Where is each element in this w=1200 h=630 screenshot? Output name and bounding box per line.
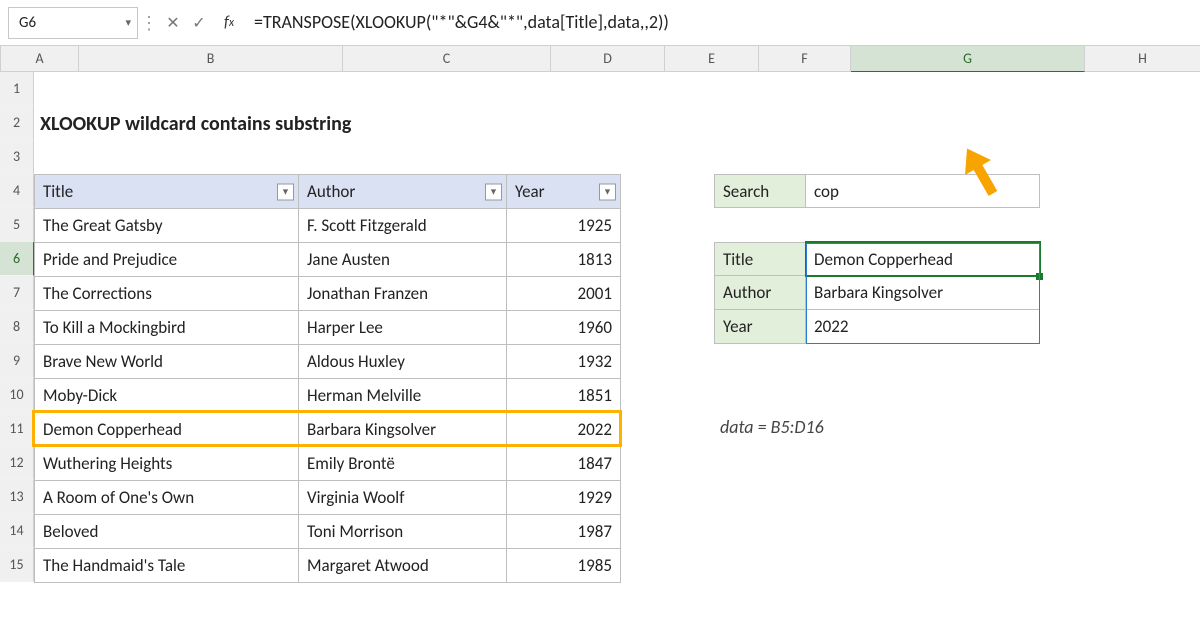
chevron-down-icon[interactable]: ▾ [125,16,131,29]
cell-title[interactable]: The Corrections [35,277,299,311]
cell-year[interactable]: 1847 [507,447,621,481]
cell-title[interactable]: Pride and Prejudice [35,243,299,277]
row-header-3[interactable]: 3 [0,140,34,174]
row-header-4[interactable]: 4 [0,174,34,208]
cell-author[interactable]: Herman Melville [299,379,507,413]
col-header-H[interactable]: H [1085,46,1200,72]
cell-title[interactable]: Beloved [35,515,299,549]
table-row[interactable]: BelovedToni Morrison1987 [35,515,621,549]
row-header-15[interactable]: 15 [0,548,34,582]
cell-year[interactable]: 1851 [507,379,621,413]
col-header-F[interactable]: F [759,46,851,72]
grid-body: 123456789101112131415 XLOOKUP wildcard c… [0,72,1200,582]
cell-year[interactable]: 1813 [507,243,621,277]
filter-icon[interactable]: ▼ [485,183,502,200]
cells-canvas[interactable]: XLOOKUP wildcard contains substring Titl… [34,72,1200,582]
cell-title[interactable]: The Handmaid's Tale [35,549,299,583]
row-header-11[interactable]: 11 [0,412,34,446]
result-block: Title Demon Copperhead Author Barbara Ki… [714,242,1040,344]
col-header-author[interactable]: Author ▼ [299,175,507,209]
table-row[interactable]: The Handmaid's TaleMargaret Atwood1985 [35,549,621,583]
cell-year[interactable]: 1985 [507,549,621,583]
cell-year[interactable]: 1960 [507,311,621,345]
formula-input[interactable]: =TRANSPOSE(XLOOKUP("*"&G4&"*",data[Title… [246,7,1192,39]
data-range-note: data = B5:D16 [720,416,824,438]
cell-title[interactable]: Moby-Dick [35,379,299,413]
cell-title[interactable]: Demon Copperhead [35,413,299,447]
col-header-A[interactable]: A [1,46,79,72]
row-header-7[interactable]: 7 [0,276,34,310]
table-row[interactable]: The Great GatsbyF. Scott Fitzgerald1925 [35,209,621,243]
row-header-5[interactable]: 5 [0,208,34,242]
row-header-2[interactable]: 2 [0,106,34,140]
cell-title[interactable]: A Room of One's Own [35,481,299,515]
col-header-year[interactable]: Year ▼ [507,175,621,209]
table-row[interactable]: To Kill a MockingbirdHarper Lee1960 [35,311,621,345]
accept-icon[interactable]: ✓ [186,9,212,37]
cell-year[interactable]: 1929 [507,481,621,515]
fx-icon[interactable]: fx [212,9,246,37]
cell-author[interactable]: Aldous Huxley [299,345,507,379]
cell-title[interactable]: Wuthering Heights [35,447,299,481]
table-row[interactable]: Brave New WorldAldous Huxley1932 [35,345,621,379]
data-table: Title ▼ Author ▼ Year ▼ The Great Gatsby… [34,174,621,583]
result-label-year: Year [714,310,806,344]
divider: ⋮ [138,12,160,34]
table-row[interactable]: A Room of One's OwnVirginia Woolf1929 [35,481,621,515]
cell-year[interactable]: 1925 [507,209,621,243]
row-header-6[interactable]: 6 [0,242,34,276]
result-value-title[interactable]: Demon Copperhead [806,242,1040,276]
row-header-8[interactable]: 8 [0,310,34,344]
col-header-title[interactable]: Title ▼ [35,175,299,209]
row-header-14[interactable]: 14 [0,514,34,548]
row-header-9[interactable]: 9 [0,344,34,378]
cancel-icon[interactable]: ✕ [160,9,186,37]
cell-author[interactable]: Harper Lee [299,311,507,345]
column-header-row: ABCDEFGH [0,46,1200,72]
result-value-author[interactable]: Barbara Kingsolver [806,276,1040,310]
table-row[interactable]: Wuthering HeightsEmily Brontë1847 [35,447,621,481]
col-header-B[interactable]: B [79,46,343,72]
name-box-value: G6 [19,14,36,32]
cell-author[interactable]: Virginia Woolf [299,481,507,515]
search-label: Search [714,174,806,208]
row-header-13[interactable]: 13 [0,480,34,514]
col-header-G[interactable]: G [851,46,1085,72]
cell-title[interactable]: To Kill a Mockingbird [35,311,299,345]
cell-author[interactable]: F. Scott Fitzgerald [299,209,507,243]
row-header-10[interactable]: 10 [0,378,34,412]
row-header-12[interactable]: 12 [0,446,34,480]
row-header-1[interactable]: 1 [0,72,34,106]
cell-author[interactable]: Jane Austen [299,243,507,277]
name-box[interactable]: G6 ▾ [8,7,138,39]
col-header-D[interactable]: D [551,46,665,72]
table-row[interactable]: Pride and PrejudiceJane Austen1813 [35,243,621,277]
formula-bar: G6 ▾ ⋮ ✕ ✓ fx =TRANSPOSE(XLOOKUP("*"&G4&… [0,0,1200,46]
cell-year[interactable]: 2022 [507,413,621,447]
col-header-C[interactable]: C [343,46,551,72]
cell-year[interactable]: 1932 [507,345,621,379]
table-row[interactable]: Moby-DickHerman Melville1851 [35,379,621,413]
result-value-year[interactable]: 2022 [806,310,1040,344]
col-header-E[interactable]: E [665,46,759,72]
filter-icon[interactable]: ▼ [277,183,294,200]
cell-author[interactable]: Emily Brontë [299,447,507,481]
cell-author[interactable]: Barbara Kingsolver [299,413,507,447]
filter-icon[interactable]: ▼ [599,183,616,200]
cell-year[interactable]: 2001 [507,277,621,311]
result-label-author: Author [714,276,806,310]
cell-year[interactable]: 1987 [507,515,621,549]
worksheet-caption: XLOOKUP wildcard contains substring [40,112,351,136]
result-label-title: Title [714,242,806,276]
cell-author[interactable]: Toni Morrison [299,515,507,549]
cell-title[interactable]: Brave New World [35,345,299,379]
table-row[interactable]: Demon CopperheadBarbara Kingsolver2022 [35,413,621,447]
table-row[interactable]: The CorrectionsJonathan Franzen2001 [35,277,621,311]
cell-author[interactable]: Jonathan Franzen [299,277,507,311]
cell-author[interactable]: Margaret Atwood [299,549,507,583]
cell-title[interactable]: The Great Gatsby [35,209,299,243]
